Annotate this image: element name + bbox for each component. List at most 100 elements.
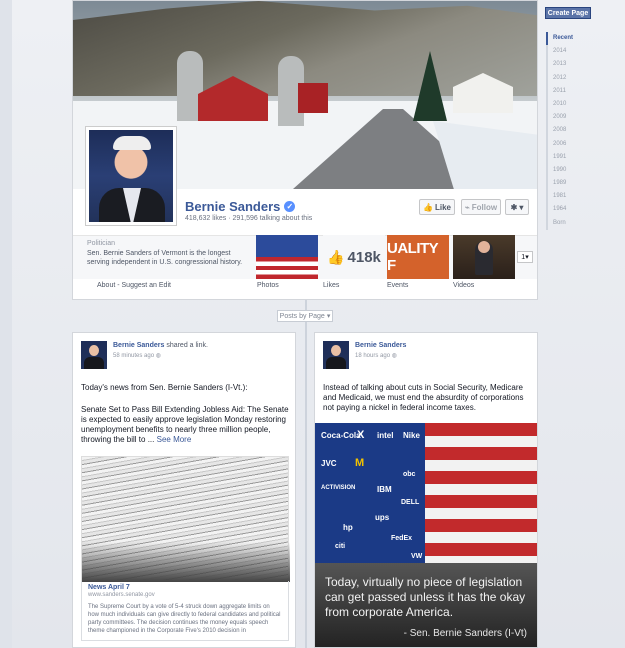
logo: Coca-Cola [321, 431, 361, 440]
thumbs-up-icon: 👍 [423, 202, 433, 212]
settings-dropdown-button[interactable]: ✱ ▾ [505, 199, 529, 215]
avatar-suit [326, 357, 346, 369]
chevron-down-icon: ▾ [525, 254, 529, 261]
logo: JVC [321, 459, 337, 468]
photos-link[interactable]: Photos [257, 282, 279, 289]
verified-badge-icon: ✓ [284, 201, 296, 212]
year-item[interactable]: Born [548, 217, 586, 230]
page-title[interactable]: Bernie Sanders ✓ [185, 199, 296, 214]
year-item[interactable]: 2011 [548, 85, 586, 98]
year-item[interactable]: 1981 [548, 190, 586, 203]
year-item[interactable]: 1989 [548, 177, 586, 190]
likes-app-tile[interactable]: 👍 418k [323, 235, 385, 279]
rss-icon: ⌁ [464, 202, 470, 212]
thumbs-up-icon: 👍 [327, 248, 345, 265]
post-timestamp[interactable]: 58 minutes ago ◍ [113, 352, 161, 359]
likes-count: 418k [347, 248, 381, 266]
timeline-spine [305, 300, 307, 648]
link-title[interactable]: News April 7 [88, 584, 282, 591]
logo: X [357, 429, 365, 441]
left-gutter [0, 0, 12, 648]
video-face [478, 241, 490, 253]
logo: ACTIVISION [321, 485, 356, 491]
logo: Nike [403, 431, 420, 440]
see-more-link[interactable]: See More [157, 435, 192, 444]
page-category: Politician [87, 240, 116, 247]
events-link[interactable]: Events [387, 282, 408, 289]
globe-icon: ◍ [155, 353, 161, 359]
timeline-post: Bernie Sanders 18 hours ago ◍ Instead of… [314, 332, 538, 648]
events-app-tile[interactable]: UALITY F [387, 235, 449, 279]
logo: intel [377, 431, 394, 440]
year-item[interactable]: 2013 [548, 58, 586, 71]
post-body: Instead of talking about cuts in Social … [323, 383, 524, 412]
year-item[interactable]: 2006 [548, 138, 586, 151]
avatar[interactable] [323, 341, 349, 369]
gear-icon: ✱ [510, 202, 518, 212]
year-item[interactable]: 1990 [548, 164, 586, 177]
videos-app-tile[interactable] [453, 235, 515, 279]
page-name[interactable]: Bernie Sanders [185, 199, 280, 214]
post-timestamp[interactable]: 18 hours ago ◍ [355, 352, 397, 359]
page-header-card: Bernie Sanders ✓ 418,632 likes · 291,596… [72, 0, 538, 300]
like-button-label: Like [434, 202, 451, 212]
posts-by-label: Posts by Page [279, 312, 325, 320]
chevron-down-icon: ▾ [326, 313, 331, 320]
year-item[interactable]: 2008 [548, 124, 586, 137]
about-link[interactable]: About - Suggest an Edit [97, 282, 171, 289]
profile-photo [89, 130, 173, 222]
logo: FedEx [391, 535, 413, 542]
likes-link[interactable]: Likes [323, 282, 339, 289]
year-item[interactable]: 2014 [548, 45, 586, 58]
caption-quote: Today, virtually no piece of legislation… [325, 575, 526, 619]
post-author-line: Bernie Sanders [355, 342, 406, 349]
post-image[interactable]: Coca-Cola X intel Nike JVC M ACTIVISION … [315, 423, 537, 647]
year-item[interactable]: Recent [546, 32, 586, 46]
follow-button-label: Follow [471, 202, 498, 212]
post-author-line: Bernie Sanders shared a link. [113, 342, 208, 349]
post-text-body: Senate Set to Pass Bill Extending Jobles… [81, 405, 289, 445]
link-domain: www.sanders.senate.gov [88, 592, 155, 598]
logo: IBM [377, 485, 392, 494]
post-author[interactable]: Bernie Sanders [113, 342, 164, 349]
year-item[interactable]: 1964 [548, 203, 586, 216]
logo: DELL [401, 499, 420, 506]
follow-button[interactable]: ⌁ Follow [461, 199, 501, 215]
page-stats: 418,632 likes · 291,596 talking about th… [185, 215, 313, 222]
videos-link[interactable]: Videos [453, 282, 474, 289]
create-page-button[interactable]: Create Page [545, 7, 591, 19]
post-text-intro: Today's news from Sen. Bernie Sanders (I… [81, 383, 248, 392]
logo: citi [335, 543, 346, 550]
like-button[interactable]: 👍 Like [419, 199, 455, 215]
flag-canton-logos: Coca-Cola X intel Nike JVC M ACTIVISION … [315, 423, 425, 563]
link-description: The Supreme Court by a vote of 5-4 struc… [88, 604, 281, 634]
year-item[interactable]: 2010 [548, 98, 586, 111]
post-author[interactable]: Bernie Sanders [355, 342, 406, 349]
year-item[interactable]: 1991 [548, 151, 586, 164]
profile-picture[interactable] [85, 126, 177, 226]
globe-icon: ◍ [391, 353, 397, 359]
events-tile-text: UALITY F [387, 240, 438, 274]
logo: ups [375, 513, 390, 522]
image-caption: Today, virtually no piece of legislation… [315, 563, 537, 647]
photos-app-tile[interactable] [256, 235, 318, 279]
page-description: Sen. Bernie Sanders of Vermont is the lo… [87, 250, 243, 266]
apps-count-dropdown[interactable]: 1 ▾ [517, 251, 533, 263]
avatar-face [331, 345, 341, 356]
timeline-year-nav: Recent 2014 2013 2012 2011 2010 2009 200… [546, 32, 586, 230]
cover-barn-2 [298, 83, 328, 113]
post-time-text: 58 minutes ago [113, 353, 155, 359]
year-item[interactable]: 2012 [548, 72, 586, 85]
avatar-face [89, 345, 99, 356]
avatar[interactable] [81, 341, 107, 369]
post-time-text: 18 hours ago [355, 353, 391, 359]
logo: obc [403, 471, 416, 478]
profile-photo-hair [113, 136, 151, 150]
timeline-post: Bernie Sanders shared a link. 58 minutes… [72, 332, 296, 648]
posts-by-page-dropdown[interactable]: Posts by Page ▾ [277, 310, 333, 322]
image-shadow [82, 542, 290, 582]
avatar-suit [84, 357, 104, 369]
year-item[interactable]: 2009 [548, 111, 586, 124]
link-preview-image[interactable] [81, 456, 290, 582]
link-preview[interactable]: News April 7 www.sanders.senate.gov The … [81, 581, 289, 641]
